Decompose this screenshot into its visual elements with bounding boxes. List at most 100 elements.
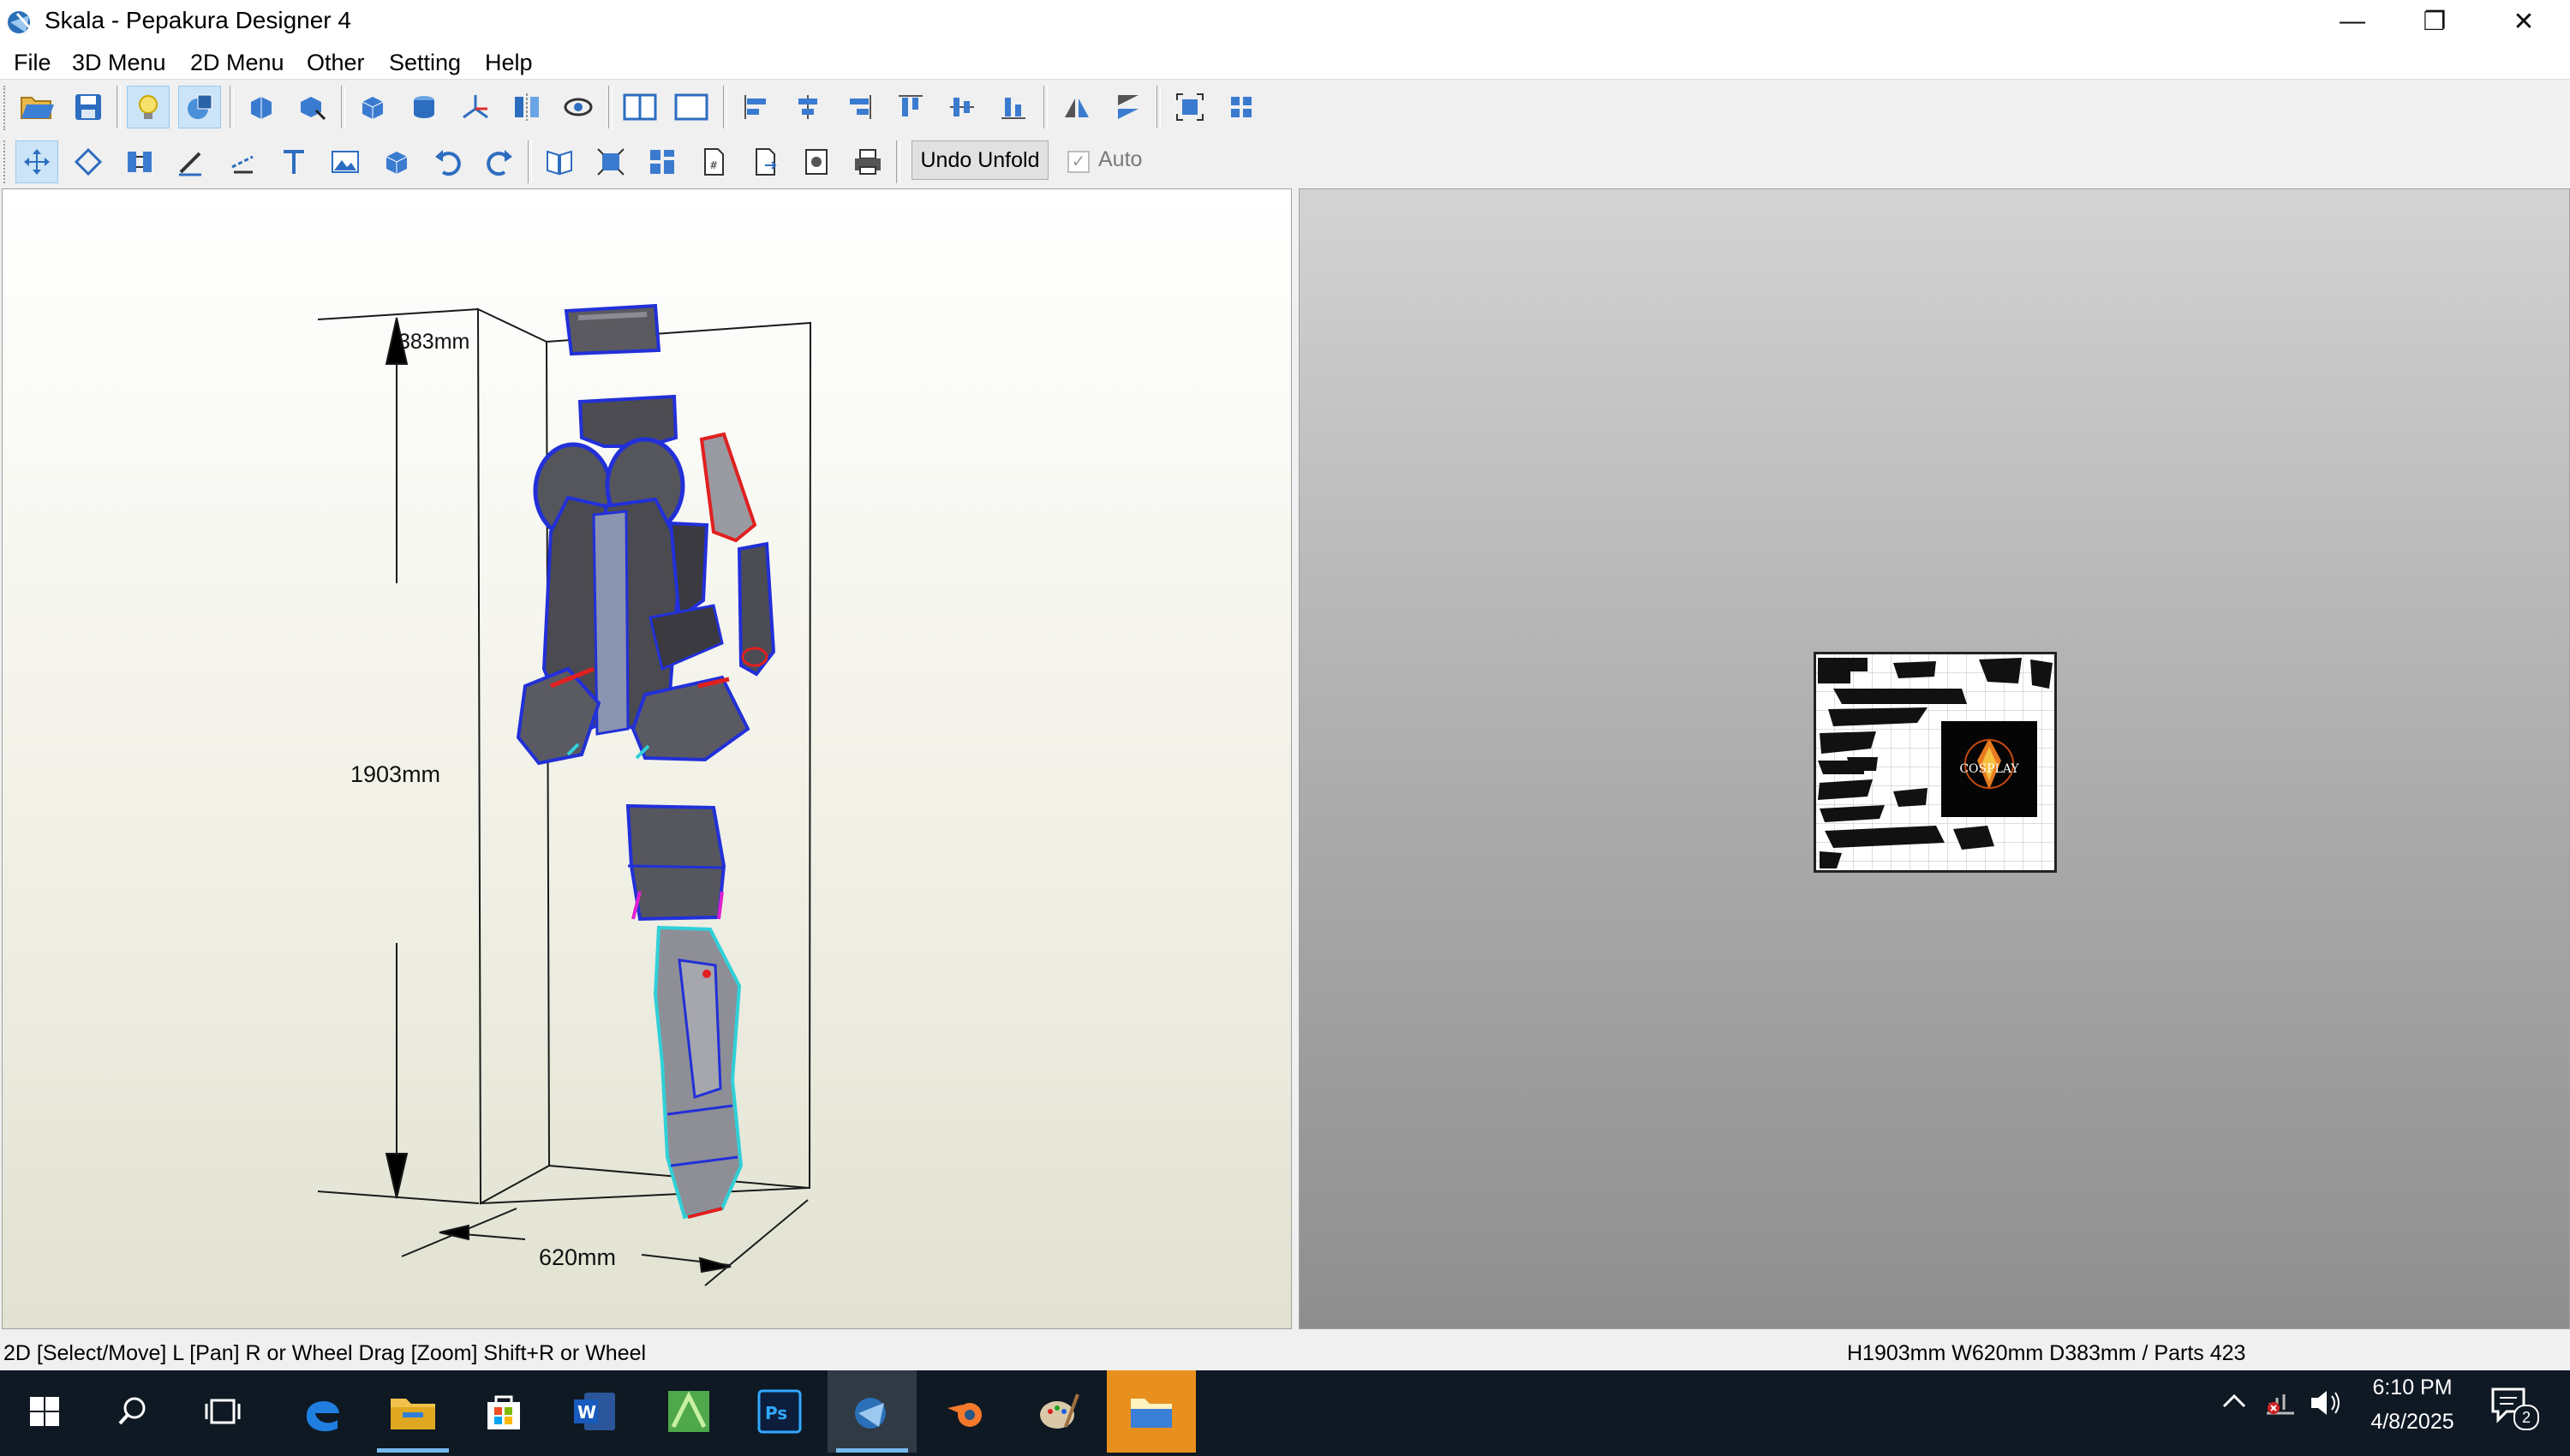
- menu-help[interactable]: Help: [485, 50, 533, 76]
- depth-dimension-label: 383mm: [398, 330, 470, 354]
- photoshop-button[interactable]: Ps: [735, 1370, 824, 1453]
- fit-icon[interactable]: [1168, 86, 1211, 128]
- grid-icon[interactable]: [641, 140, 684, 183]
- file-explorer-button[interactable]: [368, 1370, 457, 1453]
- rotate-part-icon[interactable]: [240, 86, 283, 128]
- 3d-view-pane[interactable]: 383mm 1903mm 620mm: [2, 188, 1292, 1329]
- text-icon[interactable]: [272, 140, 315, 183]
- volume-control[interactable]: [2308, 1387, 2342, 1423]
- flip-h-icon[interactable]: [1055, 86, 1098, 128]
- blender-button[interactable]: [922, 1370, 1011, 1453]
- show-hidden-icons-button[interactable]: [2220, 1391, 2248, 1416]
- toolbar-separator: [608, 86, 613, 128]
- clock-date[interactable]: 4/8/2025: [2361, 1410, 2464, 1435]
- align-top-icon[interactable]: [889, 86, 932, 128]
- start-button[interactable]: [0, 1370, 89, 1453]
- join-icon[interactable]: [118, 140, 161, 183]
- close-button[interactable]: ✕: [2483, 0, 2565, 43]
- undo-icon[interactable]: [427, 140, 469, 183]
- task-view-button[interactable]: [178, 1370, 267, 1453]
- fold-line-icon[interactable]: [221, 140, 264, 183]
- toolbar-separator: [896, 140, 900, 183]
- menu-file[interactable]: File: [14, 50, 51, 76]
- menu-bar: File 3D Menu 2D Menu Other Setting Help: [0, 45, 2570, 80]
- pen-icon[interactable]: [170, 140, 212, 183]
- unfolded-page[interactable]: COSPLAY: [1814, 652, 2057, 873]
- svg-text:Ps: Ps: [765, 1403, 787, 1423]
- shin-part: [653, 925, 744, 1220]
- blender-icon: [947, 1403, 982, 1427]
- snapshot-icon[interactable]: [795, 140, 838, 183]
- zoom-fit-icon[interactable]: [589, 140, 632, 183]
- light-icon[interactable]: [127, 86, 170, 128]
- pepakura-button[interactable]: [828, 1370, 917, 1453]
- box-icon[interactable]: [375, 140, 418, 183]
- search-button[interactable]: [89, 1370, 178, 1453]
- toolbar-separator: [230, 86, 234, 128]
- menu-other[interactable]: Other: [307, 50, 365, 76]
- edge-browser-icon: [306, 1400, 339, 1432]
- arrange-icon[interactable]: [1220, 86, 1263, 128]
- 2d-view-pane[interactable]: COSPLAY: [1299, 188, 2570, 1329]
- select-move-icon[interactable]: [15, 140, 58, 183]
- axis-icon[interactable]: [454, 86, 497, 128]
- cylinder-icon[interactable]: [403, 86, 445, 128]
- auto-checkbox[interactable]: ✓: [1067, 151, 1090, 173]
- align-bottom-icon[interactable]: [992, 86, 1035, 128]
- paint-button[interactable]: [1014, 1370, 1103, 1453]
- undo-unfold-button[interactable]: Undo Unfold: [911, 140, 1049, 180]
- menu-2d[interactable]: 2D Menu: [190, 50, 284, 76]
- align-center-icon[interactable]: [786, 86, 829, 128]
- align-left-icon[interactable]: [735, 86, 778, 128]
- folder-app-button[interactable]: [1107, 1370, 1196, 1453]
- store-button[interactable]: [459, 1370, 548, 1453]
- width-dimension-label: 620mm: [539, 1244, 617, 1270]
- speaker-icon: [2311, 1391, 2340, 1415]
- toolbar-separator: [341, 86, 345, 128]
- pepakura-icon: [855, 1398, 886, 1429]
- move-part-icon[interactable]: [291, 86, 334, 128]
- split-view-icon[interactable]: [619, 86, 661, 128]
- open-icon[interactable]: [15, 86, 58, 128]
- word-button[interactable]: W: [550, 1370, 639, 1453]
- print-icon[interactable]: [846, 140, 889, 183]
- toolbar-grip[interactable]: [3, 86, 10, 130]
- show-edges-icon[interactable]: [557, 86, 600, 128]
- book-icon[interactable]: [538, 140, 581, 183]
- cube-icon[interactable]: [351, 86, 394, 128]
- folder-icon: [1131, 1399, 1172, 1428]
- flip-v-icon[interactable]: [1107, 86, 1150, 128]
- app-running-indicator: [836, 1448, 908, 1453]
- app-running-indicator: [377, 1448, 449, 1453]
- toolbar-separator: [117, 86, 121, 128]
- texture-icon[interactable]: [178, 86, 221, 128]
- status-mode-text: 2D [Select/Move] L [Pan] R or Wheel Drag…: [3, 1341, 647, 1365]
- align-right-icon[interactable]: [838, 86, 881, 128]
- sketch-icon: [668, 1391, 709, 1432]
- menu-3d[interactable]: 3D Menu: [72, 50, 166, 76]
- store-icon: [487, 1395, 520, 1429]
- app-logo-icon: [5, 7, 36, 42]
- toolbar-separator: [723, 86, 727, 128]
- sketch-app-button[interactable]: [644, 1370, 733, 1453]
- page-export-icon[interactable]: [744, 140, 786, 183]
- image-icon[interactable]: [324, 140, 367, 183]
- photoshop-icon: Ps: [757, 1389, 802, 1434]
- minimize-button[interactable]: —: [2311, 0, 2394, 43]
- mirror-icon[interactable]: [505, 86, 548, 128]
- toolbar-row-1: [0, 82, 1285, 134]
- restore-button[interactable]: ❐: [2394, 0, 2476, 43]
- network-status[interactable]: [2263, 1389, 2298, 1421]
- clock-time[interactable]: 6:10 PM: [2370, 1375, 2455, 1400]
- save-icon[interactable]: [67, 86, 110, 128]
- page-icon[interactable]: #: [692, 140, 735, 183]
- single-view-icon[interactable]: [670, 86, 713, 128]
- toolbar-grip[interactable]: [3, 140, 10, 183]
- toolbar-separator: [528, 140, 532, 183]
- align-middle-icon[interactable]: [941, 86, 983, 128]
- menu-setting[interactable]: Setting: [389, 50, 461, 76]
- edge-icon[interactable]: [67, 140, 110, 183]
- edge-browser-button[interactable]: [278, 1370, 367, 1453]
- notifications-button[interactable]: 2: [2489, 1386, 2541, 1437]
- redo-icon[interactable]: [478, 140, 521, 183]
